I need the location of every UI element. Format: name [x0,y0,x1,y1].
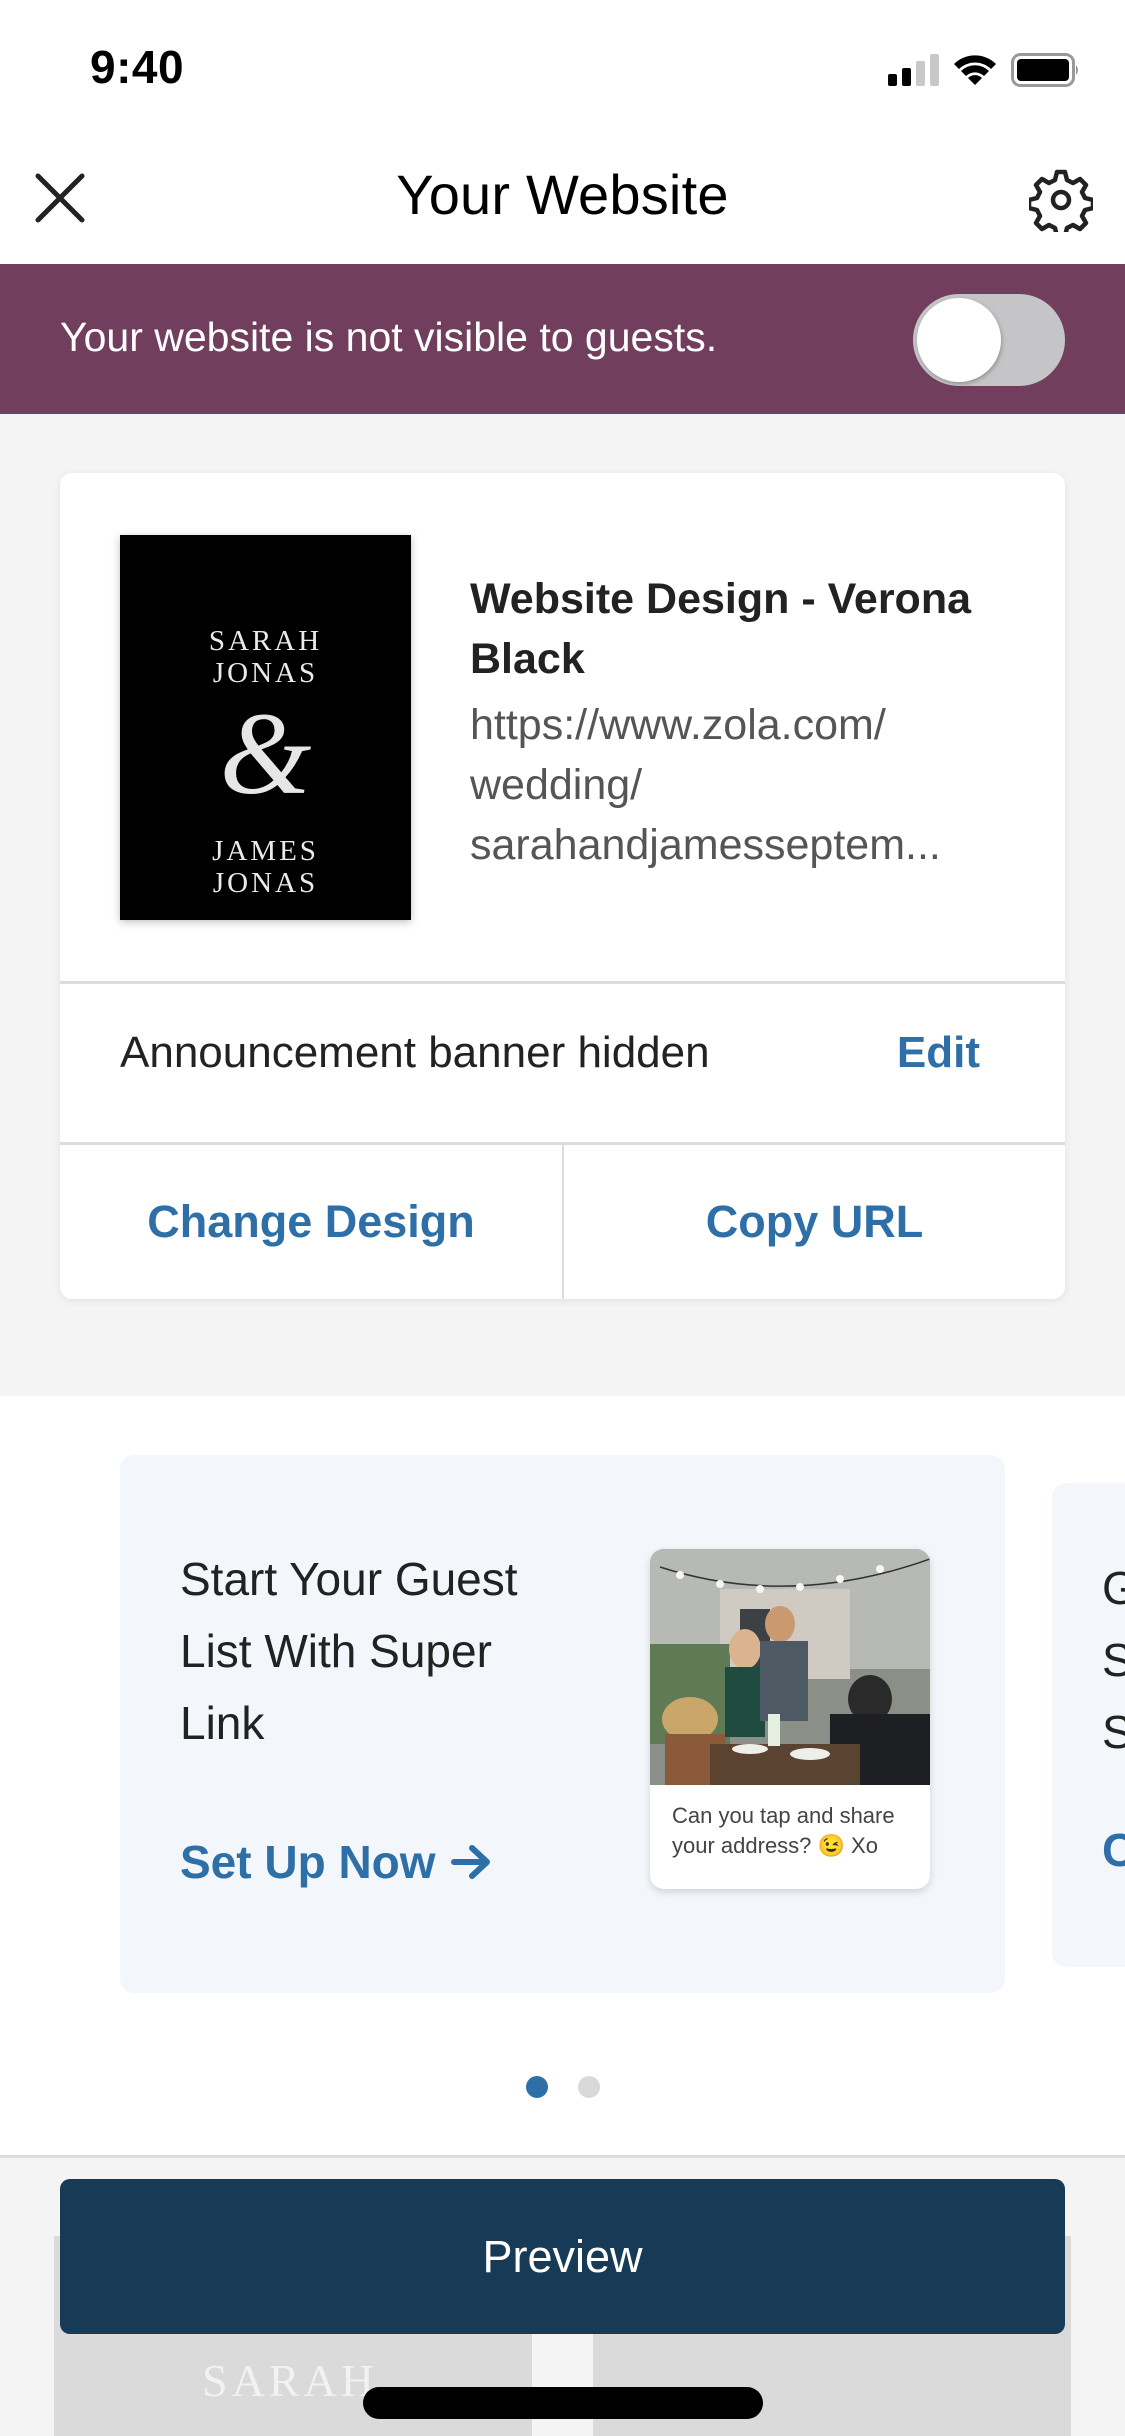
page-dot-1[interactable] [525,2076,548,2098]
status-bar: 9:40 [0,0,1125,132]
design-thumbnail[interactable]: SARAH JONAS & JAMES JONAS [120,535,411,920]
status-icons [888,50,1081,90]
peek-title-letter: S [1102,1634,1125,1686]
cellular-signal-icon [888,54,939,86]
announcement-status: Announcement banner hidden [120,1028,710,1077]
page-title: Your Website [396,163,729,226]
preview-button[interactable]: Preview [60,2179,1065,2334]
promo-card-next[interactable]: G S S C [1052,1483,1125,1967]
copy-url-button[interactable]: Copy URL [564,1145,1065,1299]
peek-title-letter: G [1102,1562,1125,1614]
design-title: Website Design - Verona Black [470,575,972,683]
arrow-right-icon [450,1845,490,1879]
visibility-status-text: Your website is not visible to guests. [60,314,718,360]
gear-icon[interactable] [1029,168,1093,232]
website-design-card: SARAH JONAS & JAMES JONAS Website Design… [60,473,1065,1299]
peek-title-letter: S [1102,1706,1125,1758]
toggle-knob [917,298,1001,382]
promo-image: Can you tap and share your address? 😉 Xo [650,1549,930,1889]
thumbnail-name-bottom: JAMES JONAS [212,835,319,899]
promo-message-caption: Can you tap and share your address? 😉 Xo [672,1803,895,1858]
edit-announcement-button[interactable]: Edit [897,1028,980,1078]
visibility-toggle[interactable] [913,294,1065,386]
promo-title: Start Your Guest List With Super Link [180,1553,518,1749]
dinner-party-photo [650,1549,930,1785]
thumbnail-ampersand: & [219,688,312,819]
page-dot-2[interactable] [577,2076,600,2098]
set-up-now-label: Set Up Now [180,1836,436,1888]
thumbnail-text: SARAH [202,2355,378,2406]
status-time: 9:40 [90,41,185,93]
peek-link-letter: C [1102,1824,1125,1876]
wifi-icon [954,55,996,85]
nav-bar: Your Website [0,132,1125,264]
home-indicator[interactable] [363,2387,763,2419]
set-up-now-link[interactable]: Set Up Now [180,1835,494,1889]
carousel-page-indicator [0,2076,1125,2098]
website-url: https://www.zola.com/ wedding/ sarahandj… [470,701,941,869]
battery-icon [1011,53,1078,87]
divider [60,981,1065,984]
promo-card-super-link[interactable]: Start Your Guest List With Super Link Se… [120,1455,1005,1993]
thumbnail-name-top: SARAH JONAS [208,625,323,689]
change-design-button[interactable]: Change Design [60,1145,562,1299]
